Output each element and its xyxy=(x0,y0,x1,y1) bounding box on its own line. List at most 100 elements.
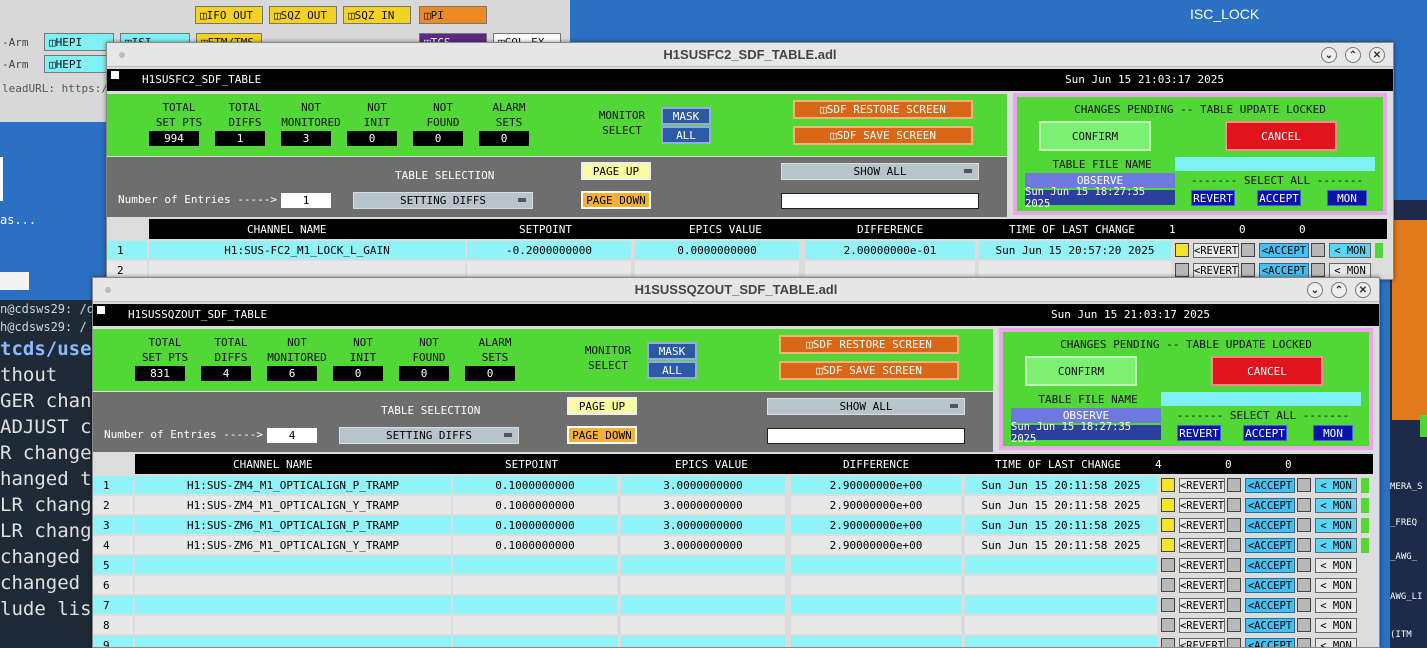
row-mon-button[interactable]: < MON xyxy=(1315,578,1357,593)
row-checkbox[interactable] xyxy=(1297,618,1311,632)
confirm-button[interactable]: CONFIRM xyxy=(1039,121,1151,151)
row-revert-button[interactable]: <REVERT xyxy=(1179,498,1225,513)
row-revert-button[interactable]: <REVERT xyxy=(1179,598,1225,613)
filter-input[interactable] xyxy=(767,428,965,444)
sdf-save-screen-button[interactable]: ◫SDF SAVE SCREEN xyxy=(779,361,959,380)
page-down-button[interactable]: PAGE DOWN xyxy=(567,426,637,444)
row-checkbox[interactable] xyxy=(1227,638,1241,647)
pi-button[interactable]: ◫PI xyxy=(419,6,487,24)
cancel-button[interactable]: CANCEL xyxy=(1225,121,1337,151)
row-accept-button[interactable]: <ACCEPT xyxy=(1245,558,1295,573)
row-mon-button[interactable]: < MON xyxy=(1315,598,1357,613)
row-checkbox[interactable] xyxy=(1227,478,1241,492)
row-accept-button[interactable]: <ACCEPT xyxy=(1245,538,1295,553)
row-mon-button[interactable]: < MON xyxy=(1315,518,1357,533)
all-button[interactable]: ALL xyxy=(661,126,711,144)
select-all-revert-button[interactable]: REVERT xyxy=(1177,425,1221,441)
row-checkbox[interactable] xyxy=(1297,558,1311,572)
close-icon[interactable]: ✕ xyxy=(1355,282,1371,298)
pending-status-text: CHANGES PENDING -- TABLE UPDATE LOCKED xyxy=(1074,103,1326,116)
row-mon-button[interactable]: < MON xyxy=(1315,498,1357,513)
row-checkbox[interactable] xyxy=(1227,618,1241,632)
select-all-accept-button[interactable]: ACCEPT xyxy=(1257,190,1301,206)
confirm-button[interactable]: CONFIRM xyxy=(1025,356,1137,386)
select-all-revert-button[interactable]: REVERT xyxy=(1191,190,1235,206)
page-up-button[interactable]: PAGE UP xyxy=(567,397,637,415)
row-revert-button[interactable]: <REVERT xyxy=(1193,263,1239,278)
row-checkbox[interactable] xyxy=(1241,263,1255,277)
mask-button[interactable]: MASK xyxy=(647,342,697,360)
sqz-in-button[interactable]: ◫SQZ IN xyxy=(343,6,411,24)
row-accept-button[interactable]: <ACCEPT xyxy=(1245,578,1295,593)
row-checkbox[interactable] xyxy=(1227,498,1241,512)
row-mon-button[interactable]: < MON xyxy=(1315,478,1357,493)
row-checkbox[interactable] xyxy=(1311,263,1325,277)
row-accept-button[interactable]: <ACCEPT xyxy=(1245,598,1295,613)
window-menu-icon[interactable] xyxy=(119,52,125,58)
window-menu-icon[interactable] xyxy=(105,287,111,293)
row-accept-button[interactable]: <ACCEPT xyxy=(1245,478,1295,493)
hepi-button-2[interactable]: ◫HEPI xyxy=(44,55,114,73)
page-down-button[interactable]: PAGE DOWN xyxy=(581,191,651,209)
row-revert-button[interactable]: <REVERT xyxy=(1179,638,1225,647)
row-accept-button[interactable]: <ACCEPT xyxy=(1245,618,1295,633)
row-checkbox[interactable] xyxy=(1227,598,1241,612)
row-checkbox[interactable] xyxy=(1297,518,1311,532)
row-checkbox[interactable] xyxy=(1297,498,1311,512)
ifo-out-button[interactable]: ◫IFO OUT xyxy=(195,6,263,24)
minimize-icon[interactable]: ⌄ xyxy=(1321,47,1337,63)
row-accept-button[interactable]: <ACCEPT xyxy=(1245,638,1295,647)
sqz-out-button[interactable]: ◫SQZ OUT xyxy=(269,6,337,24)
sdf-save-screen-button[interactable]: ◫SDF SAVE SCREEN xyxy=(793,126,973,145)
row-revert-button[interactable]: <REVERT xyxy=(1179,518,1225,533)
row-mon-button[interactable]: < MON xyxy=(1329,243,1371,258)
row-checkbox[interactable] xyxy=(1297,478,1311,492)
page-up-button[interactable]: PAGE UP xyxy=(581,162,651,180)
hepi-button-1[interactable]: ◫HEPI xyxy=(44,33,114,51)
show-all-menu[interactable]: SHOW ALL xyxy=(767,398,965,415)
row-mon-button[interactable]: < MON xyxy=(1315,638,1357,647)
sdf-restore-screen-button[interactable]: ◫SDF RESTORE SCREEN xyxy=(779,335,959,354)
row-checkbox[interactable] xyxy=(1297,578,1311,592)
row-revert-button[interactable]: <REVERT xyxy=(1179,538,1225,553)
all-button[interactable]: ALL xyxy=(647,361,697,379)
row-revert-button[interactable]: <REVERT xyxy=(1179,618,1225,633)
setting-diffs-menu[interactable]: SETTING DIFFS xyxy=(339,427,519,444)
window-titlebar[interactable]: H1SUSSQZOUT_SDF_TABLE.adl ⌄ ⌃ ✕ xyxy=(93,278,1379,302)
maximize-icon[interactable]: ⌃ xyxy=(1331,282,1347,298)
row-checkbox[interactable] xyxy=(1227,558,1241,572)
row-accept-button[interactable]: <ACCEPT xyxy=(1259,243,1309,258)
row-checkbox[interactable] xyxy=(1297,598,1311,612)
row-mon-button[interactable]: < MON xyxy=(1329,263,1371,278)
row-revert-button[interactable]: <REVERT xyxy=(1179,478,1225,493)
row-mon-button[interactable]: < MON xyxy=(1315,538,1357,553)
row-checkbox[interactable] xyxy=(1227,538,1241,552)
maximize-icon[interactable]: ⌃ xyxy=(1345,47,1361,63)
row-accept-button[interactable]: <ACCEPT xyxy=(1259,263,1309,278)
setting-diffs-menu[interactable]: SETTING DIFFS xyxy=(353,192,533,209)
row-revert-button[interactable]: <REVERT xyxy=(1193,243,1239,258)
select-all-mon-button[interactable]: MON xyxy=(1313,425,1353,441)
row-mon-button[interactable]: < MON xyxy=(1315,618,1357,633)
row-checkbox[interactable] xyxy=(1297,638,1311,647)
select-all-mon-button[interactable]: MON xyxy=(1327,190,1367,206)
close-icon[interactable]: ✕ xyxy=(1369,47,1385,63)
select-all-accept-button[interactable]: ACCEPT xyxy=(1243,425,1287,441)
sdf-restore-screen-button[interactable]: ◫SDF RESTORE SCREEN xyxy=(793,100,973,119)
row-checkbox[interactable] xyxy=(1297,538,1311,552)
row-checkbox[interactable] xyxy=(1311,243,1325,257)
row-revert-button[interactable]: <REVERT xyxy=(1179,578,1225,593)
row-mon-button[interactable]: < MON xyxy=(1315,558,1357,573)
show-all-menu[interactable]: SHOW ALL xyxy=(781,163,979,180)
row-revert-button[interactable]: <REVERT xyxy=(1179,558,1225,573)
minimize-icon[interactable]: ⌄ xyxy=(1307,282,1323,298)
filter-input[interactable] xyxy=(781,193,979,209)
row-checkbox[interactable] xyxy=(1227,518,1241,532)
cancel-button[interactable]: CANCEL xyxy=(1211,356,1323,386)
window-titlebar[interactable]: H1SUSFC2_SDF_TABLE.adl ⌄ ⌃ ✕ xyxy=(107,43,1393,67)
row-checkbox[interactable] xyxy=(1227,578,1241,592)
row-checkbox[interactable] xyxy=(1241,243,1255,257)
row-accept-button[interactable]: <ACCEPT xyxy=(1245,498,1295,513)
row-accept-button[interactable]: <ACCEPT xyxy=(1245,518,1295,533)
mask-button[interactable]: MASK xyxy=(661,107,711,125)
